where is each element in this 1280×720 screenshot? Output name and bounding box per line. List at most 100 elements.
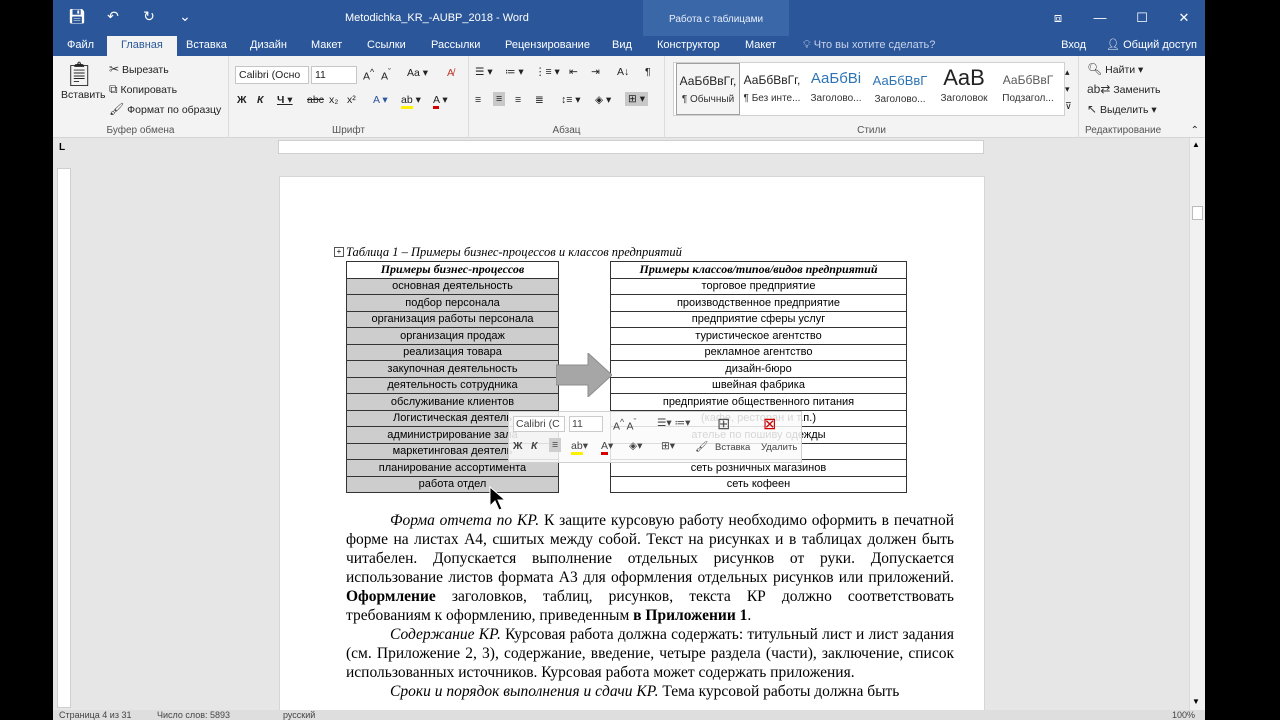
grow-font-button[interactable]: A^ [363, 67, 374, 83]
increase-indent-icon[interactable]: ⇥ [591, 66, 600, 78]
font-size-combo[interactable]: 11 [311, 66, 357, 84]
mini-bullets-icon[interactable]: ☰▾ ≔▾ [657, 417, 690, 429]
bullets-icon[interactable]: ☰ ▾ [475, 66, 493, 78]
tab-references[interactable]: Ссылки [367, 36, 406, 56]
font-name-combo[interactable]: Calibri (Осно [235, 66, 309, 84]
table-cell[interactable]: швейная фабрика [610, 376, 907, 394]
italic-button[interactable]: К [257, 94, 263, 106]
style-heading-1[interactable]: АаБбВі Заголово... [804, 63, 868, 115]
style-subtitle[interactable]: АаБбВвГ Подзагол... [996, 63, 1060, 115]
customize-qat-icon[interactable]: ⌄ [175, 8, 195, 25]
table-header-cell[interactable]: Примеры бизнес-процессов [346, 261, 559, 279]
table-cell[interactable]: сеть кофеен [610, 475, 907, 493]
numbering-icon[interactable]: ≔ ▾ [505, 66, 524, 78]
tab-insert[interactable]: Вставка [186, 36, 227, 56]
font-color-icon[interactable]: A ▾ [433, 94, 448, 109]
table-cell[interactable]: работа отдел [346, 475, 559, 493]
style-normal[interactable]: АаБбВвГг, ¶ Обычный [676, 63, 740, 115]
multilevel-list-icon[interactable]: ⋮≡ ▾ [535, 66, 560, 78]
body-text[interactable]: Форма отчета по КР. К защите курсовую ра… [346, 511, 954, 701]
replace-button[interactable]: ab⇄ Заменить [1087, 82, 1161, 96]
style-title[interactable]: AaB Заголовок [932, 63, 996, 115]
table-cell[interactable]: предприятие сферы услуг [610, 310, 907, 328]
shrink-font-button[interactable]: Aˇ [381, 67, 391, 83]
tell-me-box[interactable]: 💡︎ Что вы хотите сделать? [803, 36, 935, 54]
share-button[interactable]: 👤︎ Общий доступ [1106, 36, 1197, 54]
right-arrow-shape[interactable] [556, 353, 612, 397]
table-cell[interactable]: закупочная деятельность [346, 360, 559, 378]
mini-font-combo[interactable]: Calibri (С [513, 416, 565, 432]
language[interactable]: русский [283, 710, 315, 720]
undo-icon[interactable]: ↶ [103, 8, 123, 25]
justify-icon[interactable]: ≣ [535, 94, 544, 106]
mini-size-combo[interactable]: 11 [569, 416, 603, 432]
tab-table-layout[interactable]: Макет [745, 36, 776, 56]
zoom-level[interactable]: 100% [1172, 710, 1195, 720]
mini-shading-icon[interactable]: ◈▾ [629, 440, 642, 452]
subscript-button[interactable]: x₂ [329, 94, 338, 106]
maximize-button[interactable]: ☐ [1121, 0, 1163, 36]
underline-button[interactable]: Ч ▾ [277, 94, 293, 106]
mini-paint-icon[interactable]: 🖌︎ [695, 440, 708, 453]
tab-layout[interactable]: Макет [311, 36, 342, 56]
cut-button[interactable]: ✂ Вырезать [109, 62, 169, 76]
ribbon-display-options-button[interactable]: ⧈ [1037, 0, 1079, 36]
table-cell[interactable]: подбор персонала [346, 294, 559, 312]
mini-bold-button[interactable]: Ж [513, 440, 523, 452]
minimize-button[interactable]: — [1079, 0, 1121, 36]
tab-review[interactable]: Рецензирование [505, 36, 590, 56]
scroll-thumb[interactable] [1192, 206, 1203, 220]
page-count[interactable]: Страница 4 из 31 [59, 710, 131, 720]
align-right-icon[interactable]: ≡ [515, 94, 521, 106]
superscript-button[interactable]: x² [347, 94, 356, 106]
shading-icon[interactable]: ◈ ▾ [595, 94, 611, 106]
collapse-ribbon-icon[interactable]: ⌃ [1191, 125, 1199, 136]
table-cell[interactable]: туристическое агентство [610, 327, 907, 345]
table-cell[interactable]: обслуживание клиентов [346, 393, 559, 411]
select-button[interactable]: ↖ Выделить ▾ [1087, 102, 1157, 116]
paste-button[interactable]: 📋︎ Вставить [61, 60, 106, 101]
bold-button[interactable]: Ж [237, 94, 247, 106]
table-cell[interactable]: предприятие общественного питания [610, 393, 907, 411]
find-button[interactable]: 🔍︎ Найти ▾ [1087, 62, 1143, 76]
strikethrough-button[interactable]: abc [307, 94, 324, 106]
mini-insert-table-icon[interactable]: ⊞ [717, 414, 730, 434]
table-move-handle-icon[interactable]: + [334, 247, 344, 257]
format-painter-button[interactable]: 🖌︎ Формат по образцу [109, 102, 221, 116]
table-cell[interactable]: организация работы персонала [346, 310, 559, 328]
line-spacing-icon[interactable]: ↕≡ ▾ [561, 94, 581, 106]
vertical-scrollbar[interactable]: ▲ ▼ [1189, 138, 1205, 710]
scroll-down-icon[interactable]: ▼ [1192, 697, 1200, 706]
table-cell[interactable]: основная деятельность [346, 277, 559, 295]
sort-icon[interactable]: A↓ [617, 66, 629, 78]
copy-button[interactable]: ⧉ Копировать [109, 82, 177, 97]
mini-font-color-icon[interactable]: A▾ [601, 440, 613, 455]
table-cell[interactable]: торговое предприятие [610, 277, 907, 295]
mini-borders-icon[interactable]: ⊞▾ [661, 440, 675, 452]
mini-italic-button[interactable]: К [531, 440, 537, 452]
table-header-cell[interactable]: Примеры классов/типов/видов предприятий [610, 261, 907, 279]
redo-icon[interactable]: ↻ [139, 8, 159, 25]
document-page[interactable]: + Таблица 1 – Примеры бизнес-процессов и… [279, 176, 985, 720]
mini-insert-label[interactable]: Вставка [715, 442, 750, 453]
save-icon[interactable]: 💾︎ [67, 8, 87, 25]
word-count[interactable]: Число слов: 5893 [157, 710, 230, 720]
table-cell[interactable]: дизайн-бюро [610, 360, 907, 378]
tab-home[interactable]: Главная [107, 36, 177, 56]
clear-formatting-icon[interactable]: A̸ [447, 67, 454, 79]
mini-delete-label[interactable]: Удалить [761, 442, 797, 453]
align-left-icon[interactable]: ≡ [475, 94, 481, 106]
mini-delete-table-icon[interactable]: ⊠ [763, 414, 776, 434]
table-cell[interactable]: реализация товара [346, 343, 559, 361]
style-heading-2[interactable]: АаБбВвГ Заголово... [868, 63, 932, 115]
tab-table-design[interactable]: Конструктор [657, 36, 720, 56]
tab-mailings[interactable]: Рассылки [431, 36, 480, 56]
table-cell[interactable]: производственное предприятие [610, 294, 907, 312]
tab-file[interactable]: Файл [67, 36, 94, 56]
show-marks-icon[interactable]: ¶ [645, 66, 651, 78]
vertical-ruler[interactable] [57, 168, 71, 708]
table-cell[interactable]: рекламное агентство [610, 343, 907, 361]
mini-center-icon[interactable]: ≡ [549, 438, 562, 452]
borders-icon[interactable]: ⊞ ▾ [625, 92, 648, 106]
signin-link[interactable]: Вход [1061, 36, 1086, 54]
